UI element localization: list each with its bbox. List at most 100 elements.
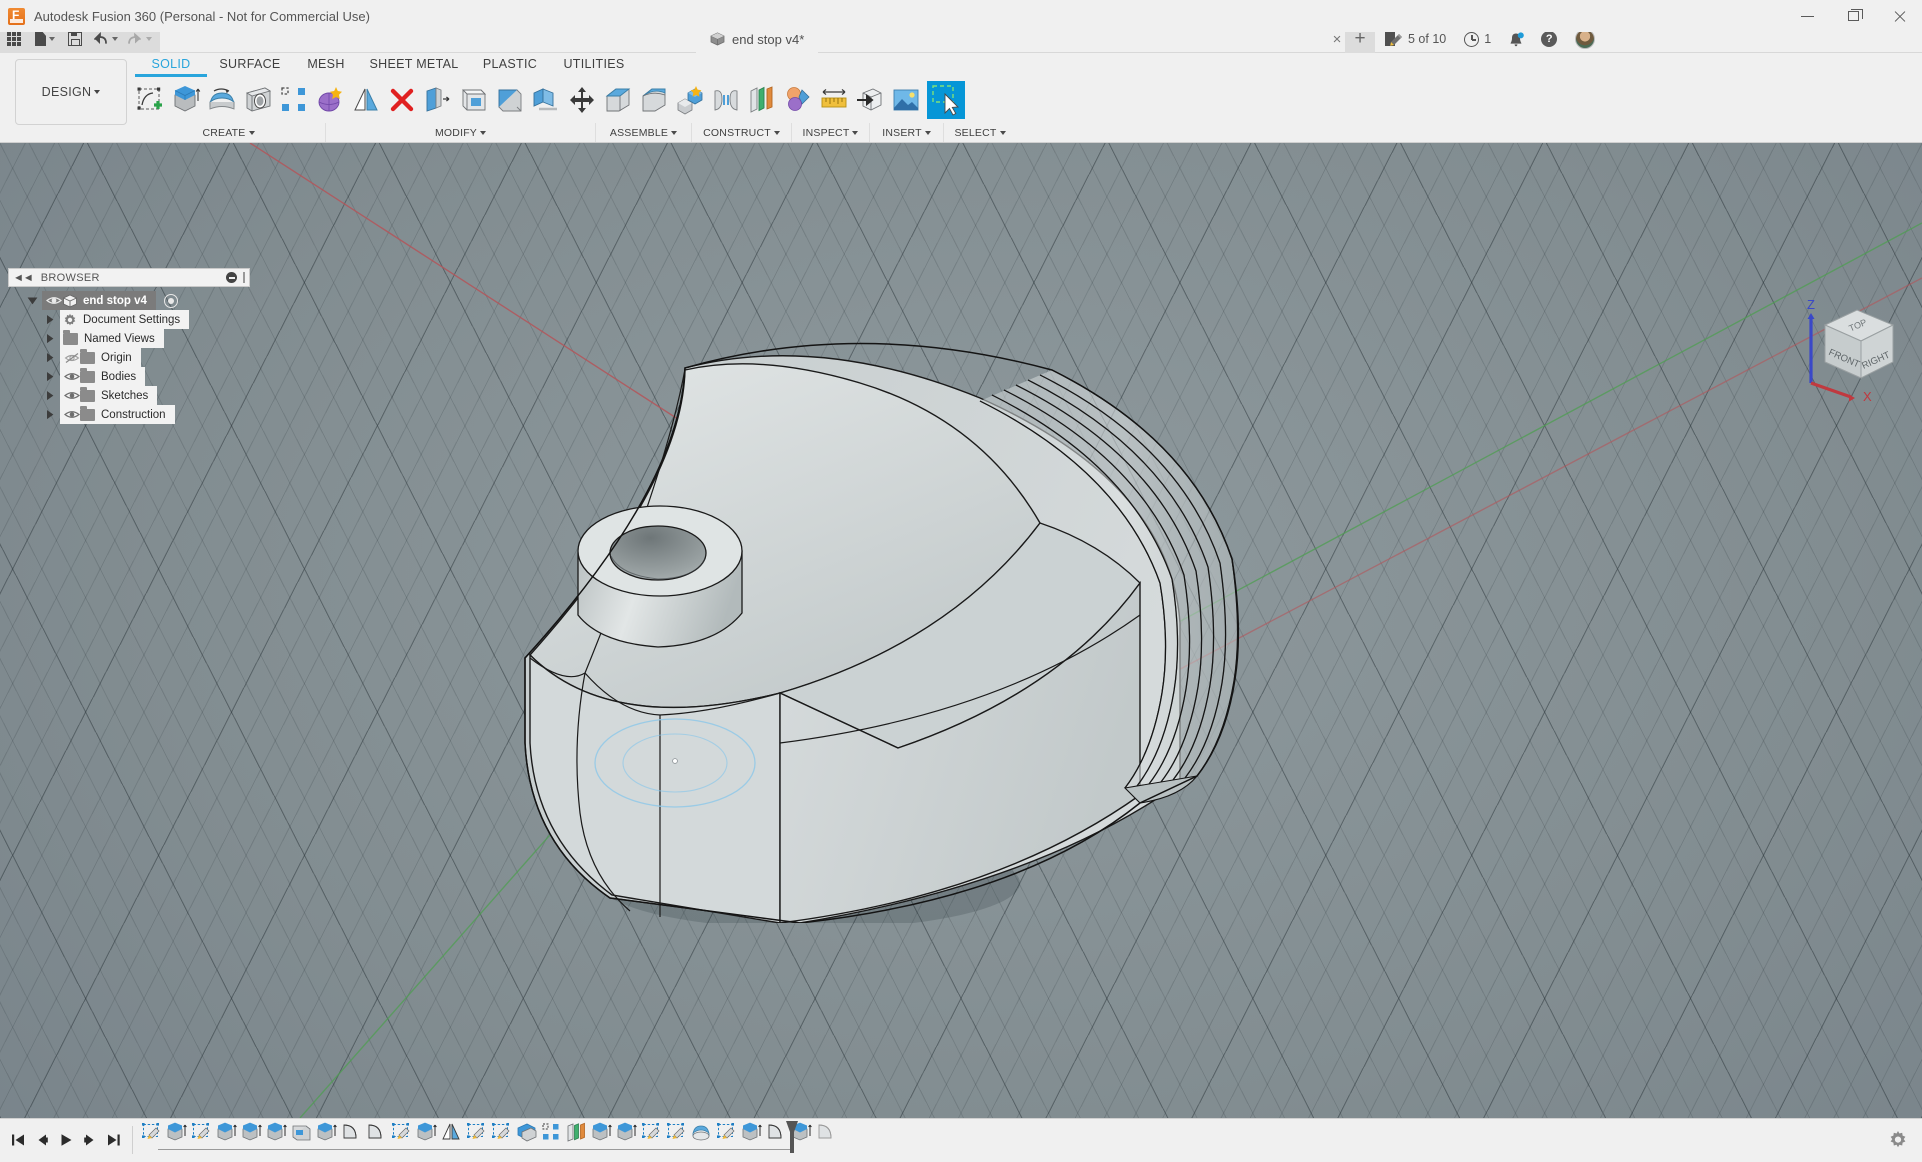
panel-label-insert[interactable]: INSERT bbox=[870, 123, 944, 142]
workspace-switcher-button[interactable]: DESIGN bbox=[15, 59, 127, 125]
mirror-icon[interactable] bbox=[348, 78, 384, 122]
chamfer-icon[interactable] bbox=[600, 78, 636, 122]
tree-item-named-views[interactable]: Named Views bbox=[40, 329, 250, 348]
tree-item-origin[interactable]: Origin bbox=[40, 348, 250, 367]
collapse-left-icon[interactable]: ◄◄ bbox=[13, 272, 34, 284]
timeline-feature-rectangular-pattern[interactable] bbox=[539, 1122, 564, 1152]
timeline-feature-fillet[interactable] bbox=[814, 1122, 839, 1152]
fillet-icon[interactable] bbox=[456, 78, 492, 122]
timeline-feature-shell[interactable] bbox=[289, 1122, 314, 1152]
expand-arrow-icon[interactable] bbox=[40, 310, 60, 329]
move-copy-icon[interactable] bbox=[564, 78, 600, 122]
visibility-toggle-icon[interactable] bbox=[45, 294, 62, 308]
interference-icon[interactable] bbox=[780, 78, 816, 122]
view-cube[interactable]: Z X TOP FRONT RIGHT bbox=[1795, 283, 1915, 404]
go-to-end-icon[interactable] bbox=[102, 1125, 126, 1155]
timeline-feature-extrude[interactable] bbox=[239, 1122, 264, 1152]
panel-label-construct[interactable]: CONSTRUCT bbox=[692, 123, 792, 142]
tab-mesh[interactable]: MESH bbox=[293, 53, 359, 73]
panel-label-modify[interactable]: MODIFY bbox=[326, 123, 596, 142]
minimize-button[interactable] bbox=[1784, 0, 1830, 32]
panel-label-assemble[interactable]: ASSEMBLE bbox=[596, 123, 692, 142]
form-icon[interactable] bbox=[312, 78, 348, 122]
timeline-feature-offset-plane[interactable] bbox=[564, 1122, 589, 1152]
timeline-feature-extrude[interactable] bbox=[414, 1122, 439, 1152]
timeline-settings-gear-icon[interactable] bbox=[1888, 1130, 1908, 1150]
panel-options-icon[interactable] bbox=[226, 272, 237, 283]
decal-icon[interactable] bbox=[888, 78, 924, 122]
timeline-feature-extrude[interactable] bbox=[214, 1122, 239, 1152]
delete-icon[interactable] bbox=[384, 78, 420, 122]
visibility-toggle-icon[interactable] bbox=[63, 370, 80, 384]
combine-icon[interactable] bbox=[636, 78, 672, 122]
activate-component-radio[interactable] bbox=[163, 293, 178, 308]
panel-grip[interactable] bbox=[243, 272, 245, 283]
tab-plastic[interactable]: PLASTIC bbox=[469, 53, 551, 73]
rectangular-pattern-icon[interactable] bbox=[276, 78, 312, 122]
step-back-icon[interactable] bbox=[30, 1125, 54, 1155]
panel-label-select[interactable]: SELECT bbox=[944, 123, 1016, 142]
tree-item-construction[interactable]: Construction bbox=[40, 405, 250, 424]
timeline-feature-sketch[interactable] bbox=[189, 1122, 214, 1152]
timeline-feature-fillet[interactable] bbox=[339, 1122, 364, 1152]
tab-sheet-metal[interactable]: SHEET METAL bbox=[359, 53, 469, 73]
timeline-feature-sketch[interactable] bbox=[139, 1122, 164, 1152]
go-to-beginning-icon[interactable] bbox=[6, 1125, 30, 1155]
timeline-feature-extrude[interactable] bbox=[264, 1122, 289, 1152]
visibility-off-icon[interactable] bbox=[63, 351, 80, 365]
model-body[interactable] bbox=[480, 223, 1240, 923]
visibility-toggle-icon[interactable] bbox=[63, 408, 80, 422]
document-tab-close-icon[interactable]: × bbox=[1327, 29, 1347, 49]
expand-arrow-icon[interactable] bbox=[22, 291, 42, 310]
panel-label-inspect[interactable]: INSPECT bbox=[792, 123, 870, 142]
timeline-feature-extrude[interactable] bbox=[739, 1122, 764, 1152]
new-sketch-icon[interactable] bbox=[132, 78, 168, 122]
expand-arrow-icon[interactable] bbox=[40, 386, 60, 405]
hole-icon[interactable] bbox=[240, 78, 276, 122]
tree-item-document-settings[interactable]: Document Settings bbox=[40, 310, 250, 329]
timeline-feature-sketch[interactable] bbox=[464, 1122, 489, 1152]
timeline-feature-extrude[interactable] bbox=[164, 1122, 189, 1152]
timeline-feature-revolve[interactable] bbox=[689, 1122, 714, 1152]
timeline-feature-mirror[interactable] bbox=[439, 1122, 464, 1152]
draft-icon[interactable] bbox=[528, 78, 564, 122]
step-forward-icon[interactable] bbox=[78, 1125, 102, 1155]
joint-icon[interactable] bbox=[708, 78, 744, 122]
tree-item-end-stop-v4[interactable]: end stop v4 bbox=[22, 291, 250, 310]
expand-arrow-icon[interactable] bbox=[40, 405, 60, 424]
canvas-3d-viewport[interactable]: Z X TOP FRONT RIGHT ◄◄ BROWSER end stop … bbox=[0, 143, 1922, 1118]
offset-plane-icon[interactable] bbox=[744, 78, 780, 122]
insert-derive-icon[interactable] bbox=[852, 78, 888, 122]
new-component-icon[interactable] bbox=[672, 78, 708, 122]
tab-surface[interactable]: SURFACE bbox=[207, 53, 293, 73]
close-button[interactable] bbox=[1876, 0, 1922, 32]
timeline-feature-fillet[interactable] bbox=[364, 1122, 389, 1152]
timeline-marker[interactable] bbox=[786, 1121, 798, 1153]
measure-icon[interactable] bbox=[816, 78, 852, 122]
maximize-button[interactable] bbox=[1830, 0, 1876, 32]
revolve-icon[interactable] bbox=[204, 78, 240, 122]
timeline-feature-combine[interactable] bbox=[514, 1122, 539, 1152]
press-pull-icon[interactable] bbox=[420, 78, 456, 122]
expand-arrow-icon[interactable] bbox=[40, 367, 60, 386]
timeline-feature-extrude[interactable] bbox=[614, 1122, 639, 1152]
extrude-icon[interactable] bbox=[168, 78, 204, 122]
select-tool-icon[interactable] bbox=[924, 78, 968, 122]
timeline-feature-extrude[interactable] bbox=[589, 1122, 614, 1152]
play-icon[interactable] bbox=[54, 1125, 78, 1155]
tree-item-sketches[interactable]: Sketches bbox=[40, 386, 250, 405]
timeline-feature-sketch[interactable] bbox=[639, 1122, 664, 1152]
timeline-feature-sketch[interactable] bbox=[664, 1122, 689, 1152]
tree-item-bodies[interactable]: Bodies bbox=[40, 367, 250, 386]
expand-arrow-icon[interactable] bbox=[40, 348, 60, 367]
timeline-feature-sketch[interactable] bbox=[714, 1122, 739, 1152]
visibility-toggle-icon[interactable] bbox=[63, 389, 80, 403]
shell-icon[interactable] bbox=[492, 78, 528, 122]
expand-arrow-icon[interactable] bbox=[40, 329, 60, 348]
tab-solid[interactable]: SOLID bbox=[135, 53, 207, 79]
timeline-feature-sketch[interactable] bbox=[489, 1122, 514, 1152]
timeline-feature-extrude[interactable] bbox=[314, 1122, 339, 1152]
timeline-feature-sketch[interactable] bbox=[389, 1122, 414, 1152]
tab-utilities[interactable]: UTILITIES bbox=[551, 53, 637, 73]
panel-label-create[interactable]: CREATE bbox=[132, 123, 326, 142]
